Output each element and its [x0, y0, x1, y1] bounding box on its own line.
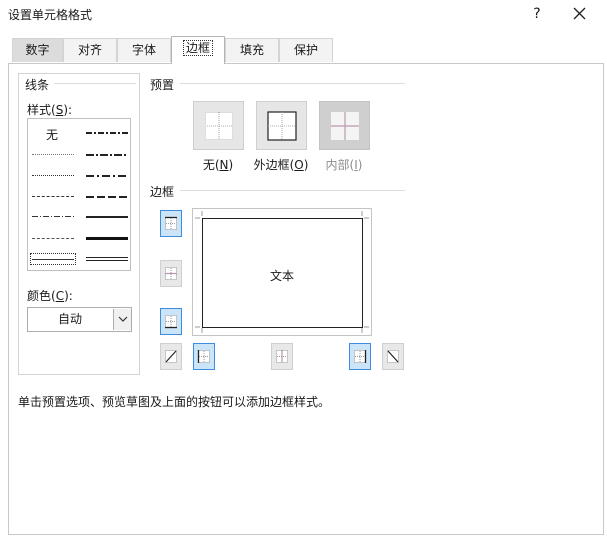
border-inside-horizontal-icon: [165, 267, 177, 280]
divider: [54, 83, 136, 84]
line-group-title: 线条: [22, 76, 53, 93]
chevron-down-icon: [118, 316, 128, 322]
tab-label: 字体: [131, 43, 156, 57]
tab-label: 保护: [293, 43, 318, 57]
color-value: 自动: [57, 312, 82, 326]
preset-outline-button[interactable]: [256, 101, 307, 150]
help-button[interactable]: ?: [522, 3, 552, 25]
tab-border[interactable]: 边框: [171, 36, 225, 64]
tab-protection[interactable]: 保护: [279, 38, 333, 62]
tab-label: 对齐: [77, 43, 102, 57]
tab-alignment[interactable]: 对齐: [63, 38, 117, 62]
color-dropdown[interactable]: 自动: [27, 307, 132, 332]
title-bar: 设置单元格格式 ?: [0, 0, 607, 30]
border-diagonal-down-button[interactable]: [382, 343, 404, 370]
window-title: 设置单元格格式: [8, 8, 93, 22]
line-style-double[interactable]: [86, 257, 128, 261]
diagonal-up-icon: [165, 350, 177, 363]
tab-label: 填充: [239, 43, 264, 57]
line-style-dash-dot-medium[interactable]: [86, 175, 128, 177]
border-inside-vertical-button[interactable]: [271, 343, 293, 370]
tab-label: 边框: [182, 40, 213, 56]
border-inside-vertical-icon: [276, 350, 288, 363]
style-label: 样式(S):: [27, 103, 73, 117]
tab-fill[interactable]: 填充: [225, 38, 279, 62]
border-left-icon: [197, 350, 210, 363]
line-style-medium[interactable]: [86, 216, 128, 218]
line-style-dashed-medium[interactable]: [86, 196, 128, 198]
line-style-none[interactable]: 无: [42, 126, 62, 143]
line-style-dotted[interactable]: [32, 175, 74, 176]
border-bottom-icon: [165, 315, 177, 329]
close-button[interactable]: [565, 2, 595, 26]
tab-label: 数字: [25, 43, 50, 57]
presets-title: 预置: [150, 78, 175, 92]
border-diagonal-up-button[interactable]: [160, 343, 182, 370]
border-top-icon: [165, 216, 177, 230]
line-style-thin[interactable]: [32, 259, 74, 260]
preset-none-button[interactable]: [193, 101, 244, 150]
divider: [180, 190, 405, 191]
line-style-dash-dot-dot-thin[interactable]: [32, 196, 74, 197]
border-right-icon: [354, 350, 367, 363]
line-style-dashed-thin[interactable]: [32, 238, 74, 239]
line-style-thick[interactable]: [86, 237, 128, 240]
preset-inside-label: 内部(I): [325, 158, 363, 172]
border-inside-horizontal-button[interactable]: [160, 260, 182, 287]
line-style-dash-dot-thin[interactable]: [32, 216, 74, 217]
diagonal-down-icon: [387, 350, 399, 363]
line-style-dash-dot-dot-medium[interactable]: [86, 132, 128, 134]
preset-inside-icon: [331, 112, 359, 140]
dropdown-button[interactable]: [113, 309, 131, 330]
divider: [180, 83, 405, 84]
border-right-button[interactable]: [349, 343, 371, 370]
line-style-slanted-dash-dot[interactable]: [86, 154, 128, 156]
border-bottom-button[interactable]: [160, 308, 182, 335]
line-style-hairline[interactable]: [32, 154, 74, 155]
border-left-button[interactable]: [193, 343, 215, 370]
line-style-list[interactable]: 无: [27, 118, 131, 271]
preset-none-icon: [205, 112, 233, 140]
tab-number[interactable]: 数字: [12, 38, 63, 62]
border-top-button[interactable]: [160, 210, 182, 237]
tab-font[interactable]: 字体: [117, 38, 171, 62]
preset-outline-icon: [267, 111, 297, 141]
tab-strip: 数字 对齐 字体 边框 填充 保护: [0, 36, 607, 64]
color-label: 颜色(C):: [27, 289, 73, 303]
hint-text: 单击预置选项、预览草图及上面的按钮可以添加边框样式。: [18, 395, 331, 409]
border-title: 边框: [150, 185, 175, 199]
preset-inside-button[interactable]: [319, 101, 370, 150]
close-icon: [573, 7, 586, 20]
preview-text: 文本: [269, 269, 294, 283]
